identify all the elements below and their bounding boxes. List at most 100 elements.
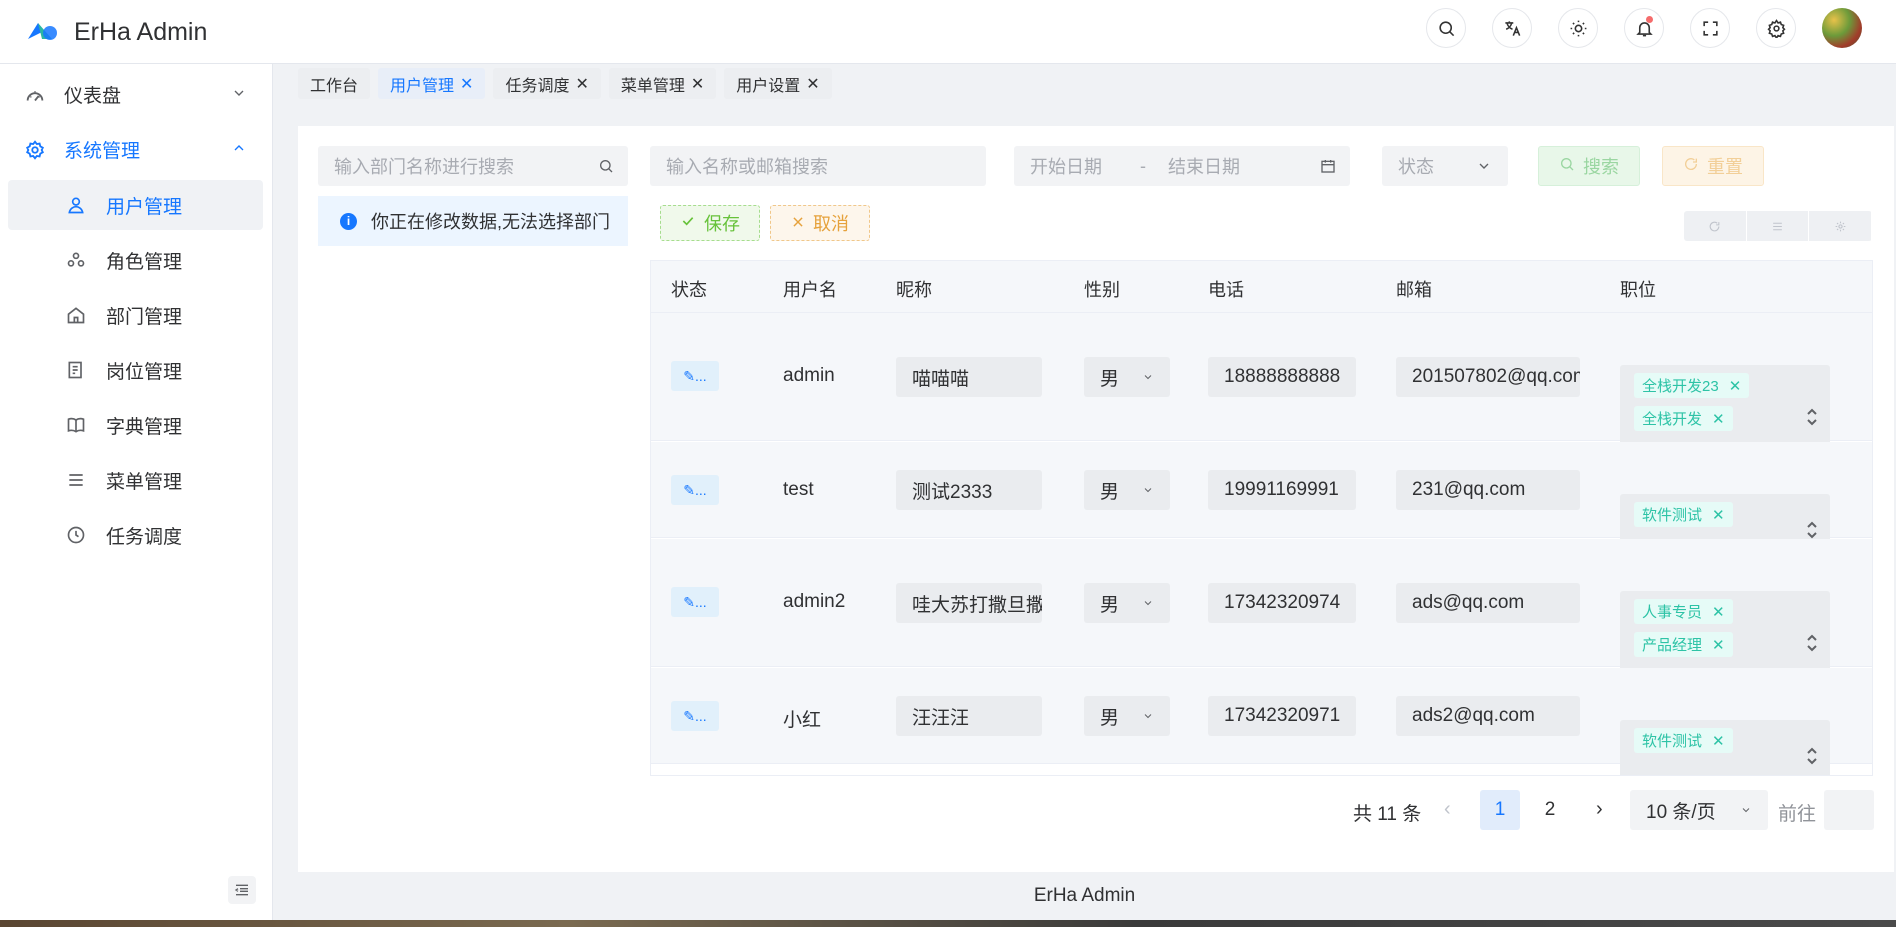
tab-task-scheduling[interactable]: 任务调度 ✕ — [493, 68, 601, 99]
gender-value: 男 — [1100, 368, 1120, 390]
position-multiselect[interactable]: 软件测试 ✕ — [1620, 720, 1830, 775]
gender-select[interactable]: 男 — [1084, 696, 1170, 736]
brand[interactable]: ErHa Admin — [24, 12, 207, 52]
nickname-input[interactable]: 喵喵喵 — [896, 357, 1042, 397]
bell-icon[interactable] — [1624, 8, 1664, 48]
fullscreen-icon[interactable] — [1690, 8, 1730, 48]
table-toolbar — [1684, 211, 1873, 241]
sidebar-item-users[interactable]: 用户管理 — [8, 180, 263, 230]
close-icon[interactable]: ✕ — [1712, 603, 1725, 621]
sidebar-item-menus[interactable]: 菜单管理 — [8, 455, 263, 505]
nickname-input[interactable]: 测试2333 — [896, 470, 1042, 510]
close-icon[interactable]: ✕ — [1712, 732, 1725, 750]
edit-status-tag[interactable]: ✎... — [671, 587, 719, 617]
table-row[interactable]: ✎... test 测试2333 男 19991169991 231@qq.co… — [651, 442, 1872, 566]
taskbar-strip — [0, 920, 1896, 927]
sidebar-item-departments[interactable]: 部门管理 — [8, 290, 263, 340]
clock-icon — [66, 525, 86, 545]
close-icon[interactable]: ✕ — [1729, 377, 1742, 395]
name-email-search-input[interactable]: 输入名称或邮箱搜索 — [650, 146, 986, 186]
close-icon[interactable]: ✕ — [1712, 636, 1725, 654]
sidebar-item-posts[interactable]: 岗位管理 — [8, 345, 263, 395]
position-tag: 软件测试 ✕ — [1634, 728, 1733, 753]
density-icon[interactable] — [1747, 211, 1810, 241]
pagination-goto-input[interactable] — [1824, 790, 1874, 830]
nickname-input[interactable]: 汪汪汪 — [896, 696, 1042, 736]
pagination-prev-button[interactable]: ‹ — [1444, 798, 1451, 821]
pagination-page[interactable]: 2 — [1530, 790, 1570, 830]
close-icon[interactable]: ✕ — [1712, 410, 1725, 428]
edit-status-tag[interactable]: ✎... — [671, 701, 719, 731]
search-icon[interactable] — [1426, 8, 1466, 48]
sidebar-item-label: 任务调度 — [106, 526, 183, 548]
sidebar-group-system[interactable]: 系统管理 — [0, 122, 273, 177]
gender-value: 男 — [1100, 481, 1120, 503]
email-input[interactable]: ads2@qq.com — [1396, 696, 1580, 736]
cancel-button[interactable]: 取消 — [770, 205, 870, 241]
search-button[interactable]: 搜索 — [1538, 146, 1640, 186]
app-title: ErHa Admin — [74, 17, 208, 46]
column-settings-icon[interactable] — [1809, 211, 1873, 241]
close-icon[interactable]: ✕ — [1712, 506, 1725, 524]
edit-status-tag[interactable]: ✎... — [671, 475, 719, 505]
edit-status-tag[interactable]: ✎... — [671, 361, 719, 391]
page-size-value: 10 条/页 — [1646, 801, 1716, 823]
position-tag-label: 产品经理 — [1642, 637, 1703, 654]
dashboard-icon — [24, 84, 46, 106]
expand-updown-icon — [1806, 520, 1818, 540]
phone-input[interactable]: 17342320971 — [1208, 696, 1356, 736]
pagination-next-button[interactable]: › — [1596, 798, 1603, 821]
theme-icon[interactable] — [1558, 8, 1598, 48]
column-header-phone: 电话 — [1208, 280, 1244, 300]
gender-value: 男 — [1100, 594, 1120, 616]
table-row[interactable]: ✎... admin 喵喵喵 男 18888888888 201507802@q… — [651, 313, 1872, 469]
expand-updown-icon — [1806, 633, 1818, 653]
phone-input[interactable]: 18888888888 — [1208, 357, 1356, 397]
gender-select[interactable]: 男 — [1084, 357, 1170, 397]
close-icon[interactable]: ✕ — [575, 74, 588, 94]
tab-user-management[interactable]: 用户管理 ✕ — [378, 68, 486, 99]
close-icon[interactable]: ✕ — [460, 74, 473, 94]
book-icon — [66, 415, 86, 435]
sidebar-item-label: 字典管理 — [106, 416, 183, 438]
info-icon: i — [340, 212, 357, 230]
table-row[interactable]: ✎... 小红 汪汪汪 男 17342320971 ads2@qq.com 软件… — [651, 668, 1872, 775]
tab-label: 任务调度 — [505, 77, 570, 95]
translate-icon[interactable] — [1492, 8, 1532, 48]
email-input[interactable]: 201507802@qq.com — [1396, 357, 1580, 397]
tab-label: 工作台 — [310, 77, 359, 95]
sidebar-item-tasks[interactable]: 任务调度 — [8, 510, 263, 560]
email-input[interactable]: 231@qq.com — [1396, 470, 1580, 510]
settings-icon[interactable] — [1756, 8, 1796, 48]
close-icon — [791, 213, 805, 234]
sidebar-item-roles[interactable]: 角色管理 — [8, 235, 263, 285]
save-button[interactable]: 保存 — [660, 205, 760, 241]
sidebar-item-dictionary[interactable]: 字典管理 — [8, 400, 263, 450]
collapse-sidebar-button[interactable] — [228, 876, 256, 904]
chevron-down-icon — [1144, 601, 1152, 606]
email-input[interactable]: ads@qq.com — [1396, 583, 1580, 623]
gender-select[interactable]: 男 — [1084, 470, 1170, 510]
nickname-input[interactable]: 哇大苏打撒旦撒 — [896, 583, 1042, 623]
pagination-page[interactable]: 1 — [1480, 790, 1520, 830]
avatar[interactable] — [1822, 8, 1862, 48]
tab-menu-management[interactable]: 菜单管理 ✕ — [608, 68, 717, 99]
close-icon[interactable]: ✕ — [691, 74, 704, 94]
close-icon[interactable]: ✕ — [806, 74, 819, 94]
page-size-select[interactable]: 10 条/页 — [1630, 790, 1768, 830]
tab-workbench[interactable]: 工作台 — [298, 68, 371, 99]
name-email-placeholder: 输入名称或邮箱搜索 — [666, 157, 828, 177]
reset-button[interactable]: 重置 — [1662, 146, 1764, 186]
refresh-icon[interactable] — [1684, 211, 1747, 241]
gender-select[interactable]: 男 — [1084, 583, 1170, 623]
phone-input[interactable]: 17342320974 — [1208, 583, 1356, 623]
dept-search-input[interactable]: 输入部门名称进行搜索 — [318, 146, 628, 186]
tab-user-settings[interactable]: 用户设置 ✕ — [724, 68, 832, 99]
date-range-picker[interactable]: 开始日期 - 结束日期 — [1014, 146, 1350, 186]
pagination-total: 共 11 条 — [1353, 804, 1422, 825]
table-row[interactable]: ✎... admin2 哇大苏打撒旦撒 男 17342320974 ads@qq… — [651, 539, 1872, 695]
sidebar-group-dashboard[interactable]: 仪表盘 — [0, 67, 273, 122]
status-select[interactable]: 状态 — [1382, 146, 1508, 186]
column-header-status: 状态 — [671, 280, 707, 300]
phone-input[interactable]: 19991169991 — [1208, 470, 1356, 510]
